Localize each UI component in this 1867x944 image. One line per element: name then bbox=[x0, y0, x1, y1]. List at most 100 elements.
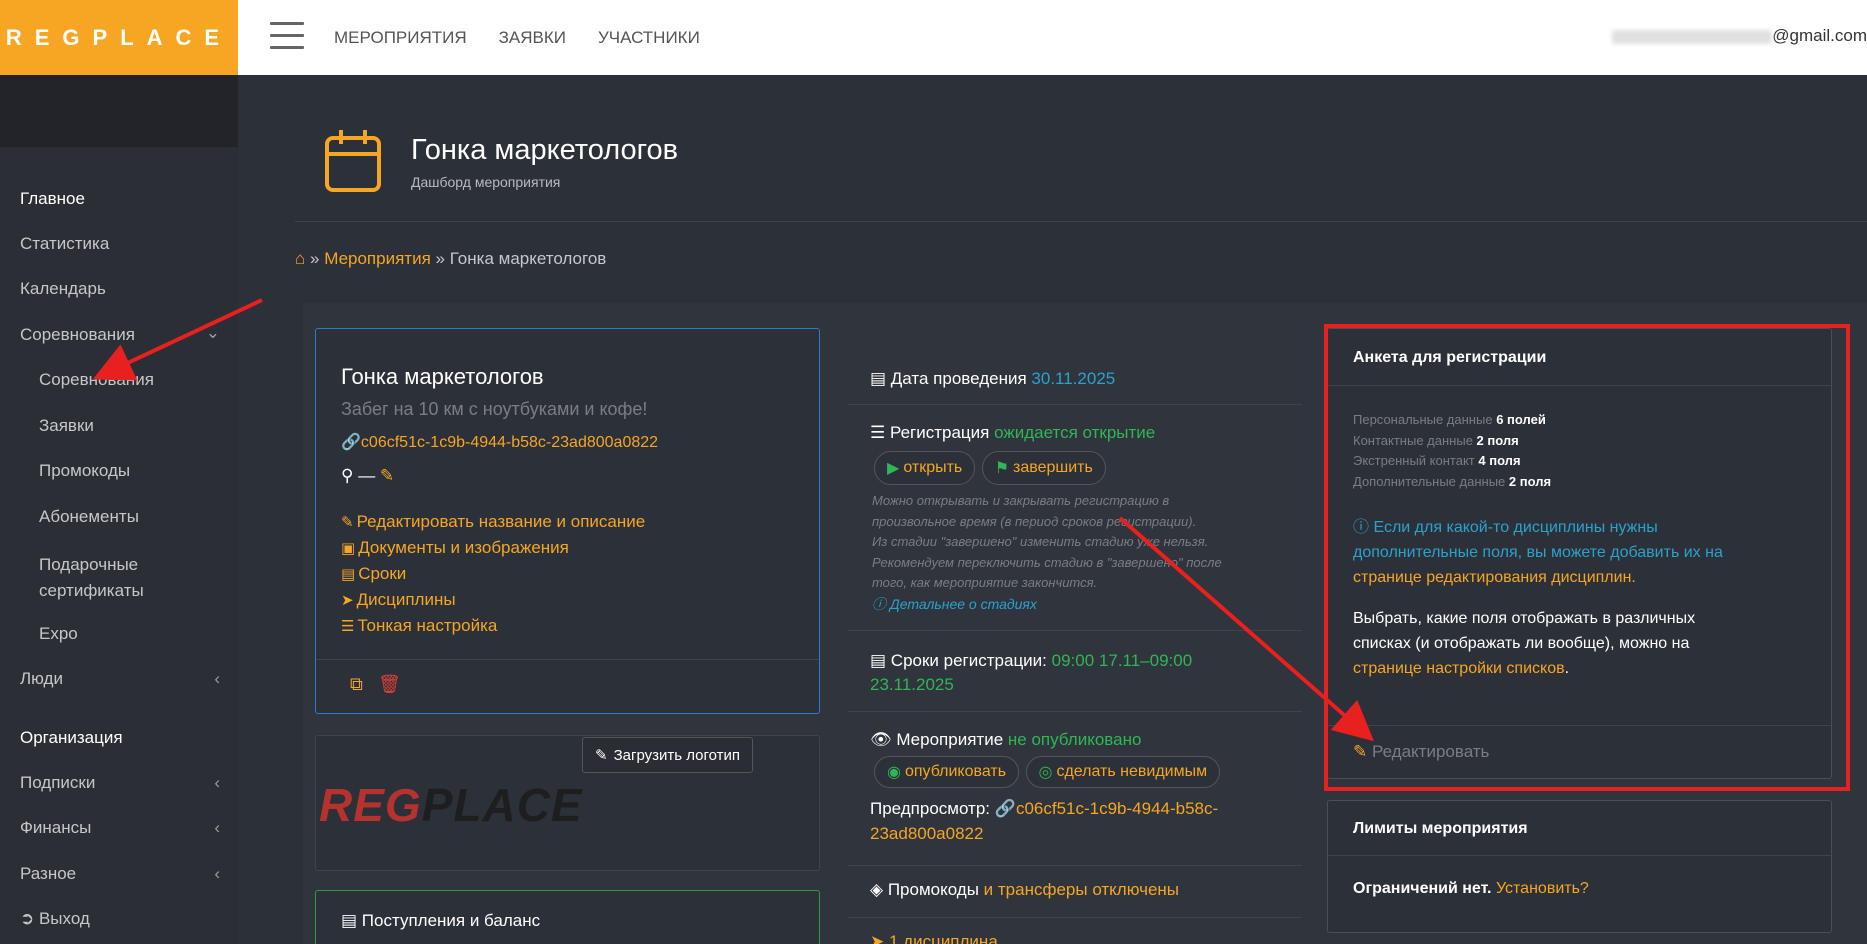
edit-icon[interactable]: ✎ bbox=[380, 466, 394, 485]
breadcrumb-events-link[interactable]: Мероприятия bbox=[324, 249, 431, 268]
link-icon: 🔗 bbox=[994, 799, 1016, 818]
info-event-status: 👁 Мероприятие не опубликовано ◉ опубликов… bbox=[848, 712, 1302, 866]
upload-logo-button[interactable]: ✎ Загрузить логотип bbox=[582, 737, 754, 773]
play-icon: ▶ bbox=[887, 460, 900, 477]
chevron-down-icon: ⌄ bbox=[205, 323, 220, 342]
sidebar-item-label: Люди bbox=[20, 669, 63, 688]
menu-toggle-icon[interactable] bbox=[270, 22, 304, 50]
event-logo: REGPLACE bbox=[319, 779, 583, 831]
eye-icon: ◉ bbox=[887, 764, 901, 781]
chevron-left-icon: ‹ bbox=[214, 818, 220, 837]
link-icon: 🔗 bbox=[341, 434, 361, 451]
flag-icon: ⚑ bbox=[994, 460, 1010, 477]
trash-icon[interactable]: 🗑 bbox=[378, 674, 401, 695]
sidebar-sub-gift-cards[interactable]: Подарочные сертификаты bbox=[39, 552, 179, 604]
tag-icon: ◈ bbox=[870, 880, 884, 899]
send-icon: ➤ bbox=[341, 592, 354, 609]
sidebar-item-finance[interactable]: Финансы ‹ bbox=[20, 818, 220, 838]
sidebar-item-label: Соревнования bbox=[20, 325, 135, 344]
sliders-icon: ☰ bbox=[341, 618, 355, 635]
event-description: Забег на 10 км с ноутбуками и кофе! bbox=[341, 399, 648, 419]
sidebar-sub-subscriptions[interactable]: Абонементы bbox=[39, 507, 139, 527]
action-edit-title[interactable]: ✎ Редактировать название и описание bbox=[341, 509, 645, 535]
info-icon: ⓘ bbox=[1353, 519, 1370, 536]
publish-button[interactable]: ◉ опубликовать bbox=[874, 756, 1020, 788]
calendar-icon: ▤ bbox=[870, 369, 887, 388]
event-card: Гонка маркетологов Забег на 10 км с ноут… bbox=[315, 328, 820, 714]
chevron-left-icon: ‹ bbox=[214, 773, 220, 792]
form-row-additional: Дополнительные данные 2 поля bbox=[1353, 473, 1552, 489]
income-card-title: ▤ Поступления и баланс bbox=[341, 911, 541, 930]
registration-form-card: Анкета для регистрации Персональные данн… bbox=[1327, 328, 1832, 779]
edit-icon: ✎ bbox=[1353, 742, 1368, 761]
copy-icon[interactable]: ⧉ bbox=[350, 674, 363, 695]
info-disciplines[interactable]: ➤ 1 дисциплина bbox=[870, 932, 998, 944]
income-card: ▤ Поступления и баланс bbox=[315, 890, 820, 944]
sidebar-sub-promocodes[interactable]: Промокоды bbox=[39, 461, 130, 481]
limits-text: Ограничений нет. Установить? bbox=[1353, 880, 1589, 897]
sidebar-header bbox=[0, 75, 238, 147]
event-id-link[interactable]: 🔗c06cf51c-1c9b-4944-b58c-23ad800a0822 bbox=[341, 432, 658, 452]
form-row-personal: Персональные данные 6 полей bbox=[1353, 412, 1546, 427]
sidebar-item-subscriptions[interactable]: Подписки ‹ bbox=[20, 773, 220, 793]
home-icon[interactable]: ⌂ bbox=[295, 249, 305, 268]
sidebar-sub-competitions[interactable]: Соревнования bbox=[39, 370, 154, 390]
action-disciplines[interactable]: ➤ Дисциплины bbox=[341, 587, 645, 613]
form-info-note: ⓘ Если для какой-то дисциплины нужны доп… bbox=[1353, 519, 1723, 586]
info-registration: ☰ Регистрация ожидается открытие ▶ открыт… bbox=[848, 405, 1302, 631]
sidebar-item-label: Финансы bbox=[20, 818, 92, 837]
info-date: ▤ Дата проведения 30.11.2025 bbox=[848, 355, 1302, 405]
page-subtitle: Дашборд мероприятия bbox=[411, 174, 561, 190]
finish-registration-button[interactable]: ⚑ завершить bbox=[981, 451, 1106, 485]
topnav-events[interactable]: МЕРОПРИЯТИЯ bbox=[334, 28, 467, 48]
event-actions: ✎ Редактировать название и описание ▣ Доку… bbox=[341, 509, 645, 639]
sidebar-sub-applications[interactable]: Заявки bbox=[39, 416, 94, 436]
disciplines-edit-link[interactable]: странице редактирования дисциплин bbox=[1353, 569, 1631, 586]
lists-settings-link[interactable]: странице настройки списков bbox=[1353, 660, 1565, 677]
edit-icon: ✎ bbox=[595, 747, 608, 764]
calendar-icon: ▤ bbox=[341, 566, 356, 583]
breadcrumb: ⌂ » Мероприятия » Гонка маркетологов bbox=[295, 249, 607, 268]
eye-icon: 👁 bbox=[870, 730, 892, 749]
make-invisible-button[interactable]: ◎ сделать невидимым bbox=[1025, 756, 1221, 788]
action-dates[interactable]: ▤ Сроки bbox=[341, 561, 645, 587]
set-limits-link[interactable]: Установить? bbox=[1496, 880, 1589, 897]
sidebar-item-competitions[interactable]: Соревнования ⌄ bbox=[20, 323, 220, 345]
brand-logo[interactable]: REGPLACE bbox=[0, 0, 238, 75]
open-registration-button[interactable]: ▶ открыть bbox=[874, 451, 976, 485]
breadcrumb-current: Гонка маркетологов bbox=[449, 249, 607, 268]
chevron-left-icon: ‹ bbox=[214, 864, 220, 883]
action-documents[interactable]: ▣ Документы и изображения bbox=[341, 535, 645, 561]
top-nav: МЕРОПРИЯТИЯ ЗАЯВКИ УЧАСТНИКИ bbox=[334, 0, 700, 75]
sidebar-item-label: Разное bbox=[20, 864, 77, 883]
sidebar-sub-expo[interactable]: Expo bbox=[39, 624, 78, 644]
event-title: Гонка маркетологов bbox=[341, 364, 544, 389]
form-edit-link[interactable]: ✎ Редактировать bbox=[1328, 725, 1831, 762]
limits-card: Лимиты мероприятия Ограничений нет. Уста… bbox=[1327, 800, 1832, 933]
card-footer: ⧉ 🗑 bbox=[316, 659, 819, 694]
form-lists-note: Выбрать, какие поля отображать в различн… bbox=[1353, 610, 1696, 677]
sidebar-header-org: Организация bbox=[20, 728, 123, 747]
topnav-participants[interactable]: УЧАСТНИКИ bbox=[598, 28, 700, 48]
calendar-icon: ▤ bbox=[870, 651, 887, 670]
send-icon: ➤ bbox=[870, 932, 885, 944]
user-email[interactable]: @gmail.com bbox=[1612, 26, 1867, 46]
calendar-icon bbox=[325, 130, 381, 192]
stages-details-link[interactable]: ⓘ Детальнее о стадиях bbox=[848, 594, 1302, 614]
sidebar-item-statistics[interactable]: Статистика bbox=[20, 234, 109, 254]
sidebar-item-calendar[interactable]: Календарь bbox=[20, 279, 106, 299]
form-card-title: Анкета для регистрации bbox=[1353, 349, 1547, 366]
map-pin-icon: ⚲ bbox=[341, 466, 354, 485]
redacted-text bbox=[1612, 29, 1773, 44]
limits-card-title: Лимиты мероприятия bbox=[1353, 820, 1528, 837]
topnav-applications[interactable]: ЗАЯВКИ bbox=[499, 28, 566, 48]
sidebar-item-label: Подписки bbox=[20, 773, 96, 792]
edit-icon: ✎ bbox=[341, 514, 354, 531]
sidebar-logout[interactable]: ➲ Выход bbox=[20, 909, 90, 929]
sidebar-item-misc[interactable]: Разное ‹ bbox=[20, 864, 220, 884]
sidebar-item-people[interactable]: Люди ‹ bbox=[20, 669, 220, 689]
event-location: ⚲ — ✎ bbox=[341, 466, 395, 485]
page-title: Гонка маркетологов bbox=[411, 134, 679, 166]
camera-icon: ▣ bbox=[341, 540, 356, 557]
action-settings[interactable]: ☰ Тонкая настройка bbox=[341, 613, 645, 639]
